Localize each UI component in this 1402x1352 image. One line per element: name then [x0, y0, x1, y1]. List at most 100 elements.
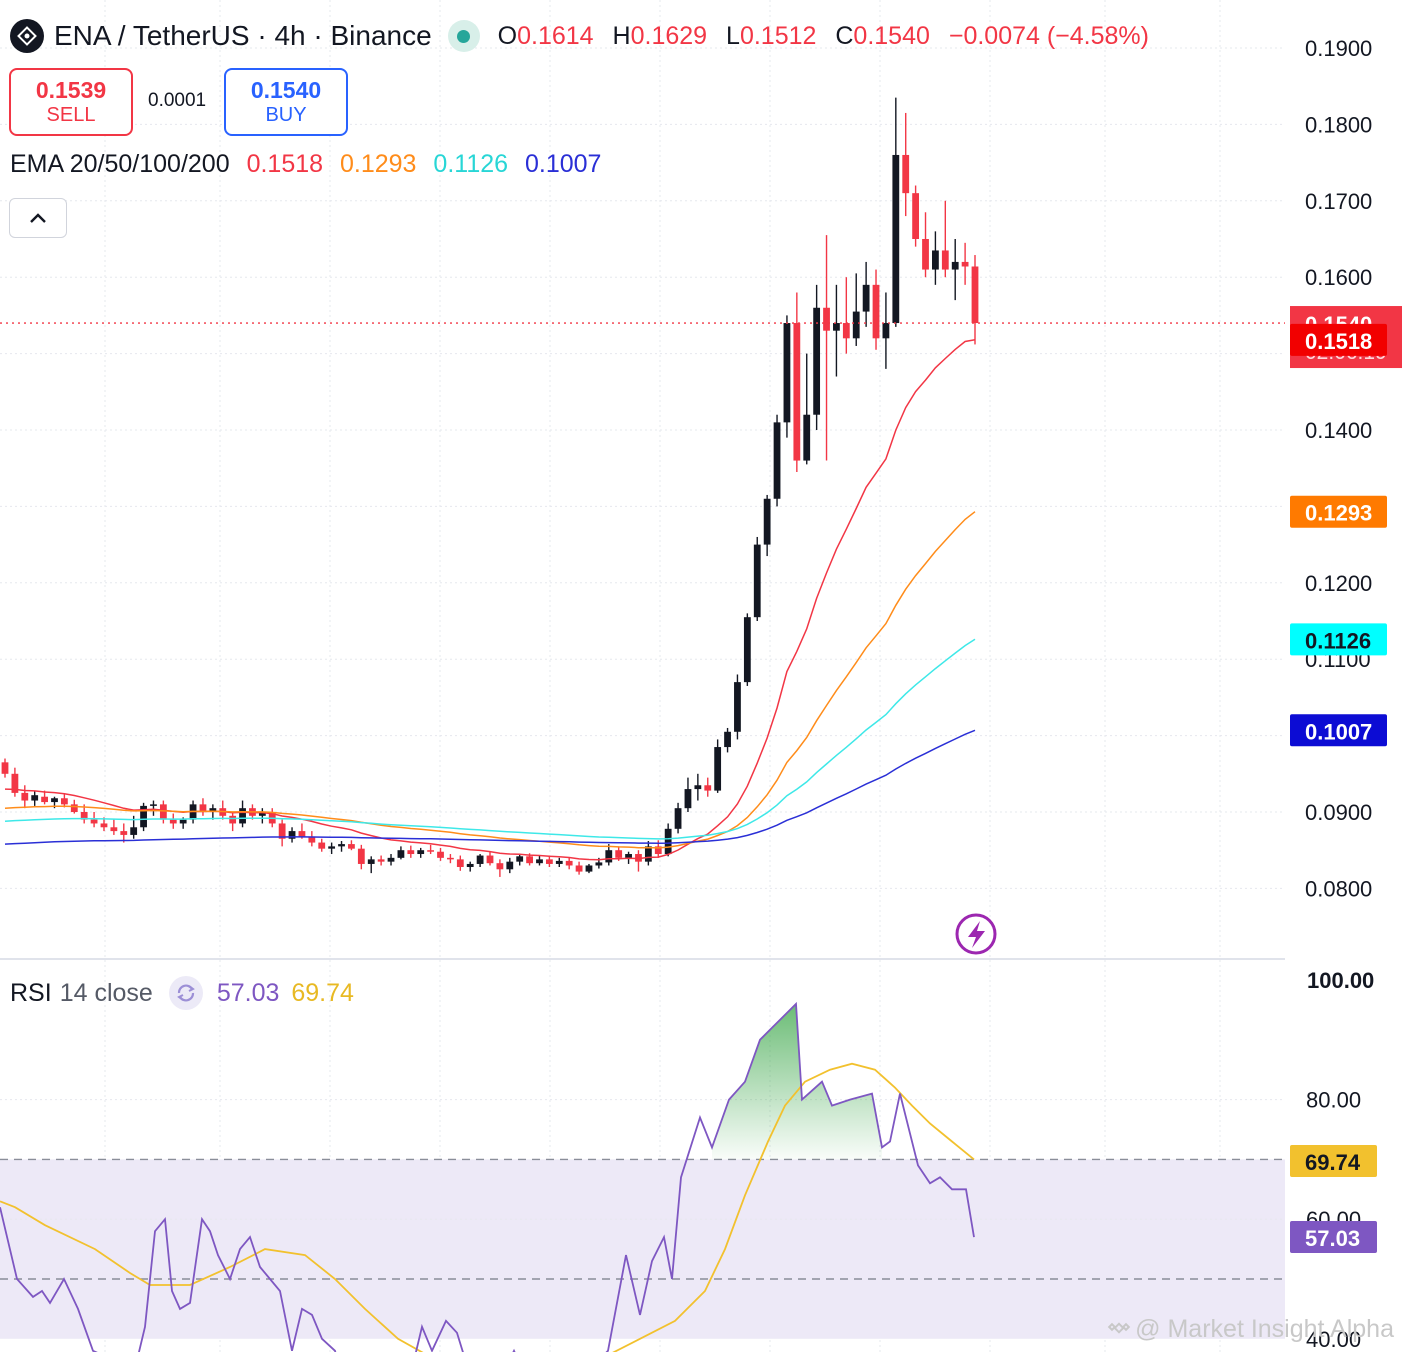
collapse-legend-button[interactable] [9, 198, 67, 238]
candle-up [476, 854, 484, 868]
candle-body [793, 323, 801, 461]
rsi-legend-args: 14 close [59, 978, 153, 1007]
candle-up [734, 674, 741, 740]
candle-body [714, 747, 722, 791]
candle-up [882, 292, 890, 369]
price-tick-label: 0.1700 [1305, 189, 1372, 214]
candle-down [229, 812, 237, 832]
candle-body [159, 804, 167, 820]
refresh-icon[interactable] [168, 976, 203, 1010]
candle-body [862, 284, 870, 312]
watermark: @ Market Insight Alpha [1107, 1315, 1394, 1344]
candle-body [328, 846, 336, 849]
candle-body [31, 795, 39, 801]
candle-up [862, 261, 870, 327]
candle-down [842, 277, 850, 354]
candle-down [961, 242, 969, 285]
candle-body [724, 731, 731, 748]
sell-button[interactable]: 0.1539 SELL [9, 68, 133, 136]
candle-up [338, 841, 345, 852]
candle-body [892, 154, 900, 324]
rsi-value: 57.03 [216, 978, 280, 1007]
candle-body [21, 792, 29, 801]
candle-body [1, 762, 9, 774]
candle-down [971, 255, 979, 345]
candle-up [684, 777, 692, 812]
candle-body [229, 815, 237, 824]
rsi-legend[interactable]: RSI 14 close 57.03 69.74 [10, 976, 354, 1010]
candle-body [427, 850, 435, 852]
symbol-header: ENA / TetherUS · 4h · Binance O0.1614 H0… [10, 14, 1161, 58]
candle-body [684, 789, 692, 809]
rsi-tick-label: 100.00 [1307, 968, 1374, 993]
exchange-logo-icon [10, 19, 44, 53]
candle-up [674, 802, 682, 834]
candle-down [278, 819, 286, 847]
candle-body [833, 323, 840, 331]
candle-up [328, 842, 336, 855]
candle-body [743, 617, 751, 683]
candle-up [288, 827, 296, 843]
candle-body [922, 239, 929, 270]
candle-down [60, 793, 68, 808]
buy-button[interactable]: 0.1540 BUY [224, 68, 348, 136]
candle-body [595, 862, 603, 866]
candle-up [932, 231, 939, 285]
candle-down [575, 861, 583, 875]
candle-up [150, 800, 157, 816]
candle-body [486, 855, 494, 864]
candle-body [555, 860, 563, 864]
candle-down [159, 800, 167, 824]
candle-body [298, 831, 306, 837]
chevron-up-icon [30, 213, 46, 223]
candle-body [60, 798, 68, 805]
ohlc-low-key: L [726, 21, 740, 50]
candle-body [70, 804, 78, 812]
candle-down [21, 785, 29, 809]
candle-body [318, 842, 326, 849]
candle-up [239, 800, 246, 828]
ema-badge-label: 0.1126 [1305, 628, 1371, 653]
candle-body [674, 808, 682, 829]
candle-body [130, 827, 138, 835]
candle-body [476, 855, 484, 864]
candle-body [902, 154, 910, 194]
candle-down [496, 859, 504, 877]
spread-value: 0.0001 [148, 90, 207, 111]
candle-up [644, 841, 652, 866]
ema-price-badge: 0.1126 [1290, 623, 1387, 656]
candle-body [644, 846, 652, 862]
symbol-title[interactable]: ENA / TetherUS · 4h · Binance [54, 20, 432, 52]
candle-body [447, 857, 454, 860]
candle-body [763, 498, 771, 545]
candle-body [110, 827, 118, 832]
candle-down [823, 235, 830, 461]
candle-down [308, 831, 316, 847]
status-dot-icon [447, 20, 480, 52]
price-tick-label: 0.0900 [1305, 800, 1372, 825]
candle-up [833, 284, 840, 377]
chart-canvas[interactable]: 0.1900 0.1800 0.1700 0.1600 0.1400 0.1200 0.11… [0, 0, 1402, 1352]
candle-body [41, 796, 48, 803]
candle-down [110, 819, 118, 835]
candle-down [793, 292, 801, 473]
candle-down [872, 269, 880, 350]
price-tick-label: 0.1400 [1305, 418, 1372, 443]
price-tick-label: 0.1900 [1305, 36, 1372, 61]
candle-down [11, 767, 19, 797]
candle-down [447, 854, 454, 864]
candle-body [912, 193, 920, 239]
candle-body [803, 414, 811, 461]
candle-down [486, 851, 494, 866]
candle-body [753, 544, 761, 618]
candle-down [437, 847, 444, 861]
candle-body [90, 819, 98, 824]
candle-down [427, 844, 435, 855]
candle-down [169, 813, 177, 829]
ema-line-20 [4, 339, 976, 861]
candle-body [338, 844, 345, 847]
candle-body [367, 859, 375, 864]
candle-up [664, 823, 672, 857]
candle-up [140, 802, 147, 832]
ema-legend[interactable]: EMA 20/50/100/200 0.1518 0.1293 0.1126 0… [10, 150, 601, 179]
